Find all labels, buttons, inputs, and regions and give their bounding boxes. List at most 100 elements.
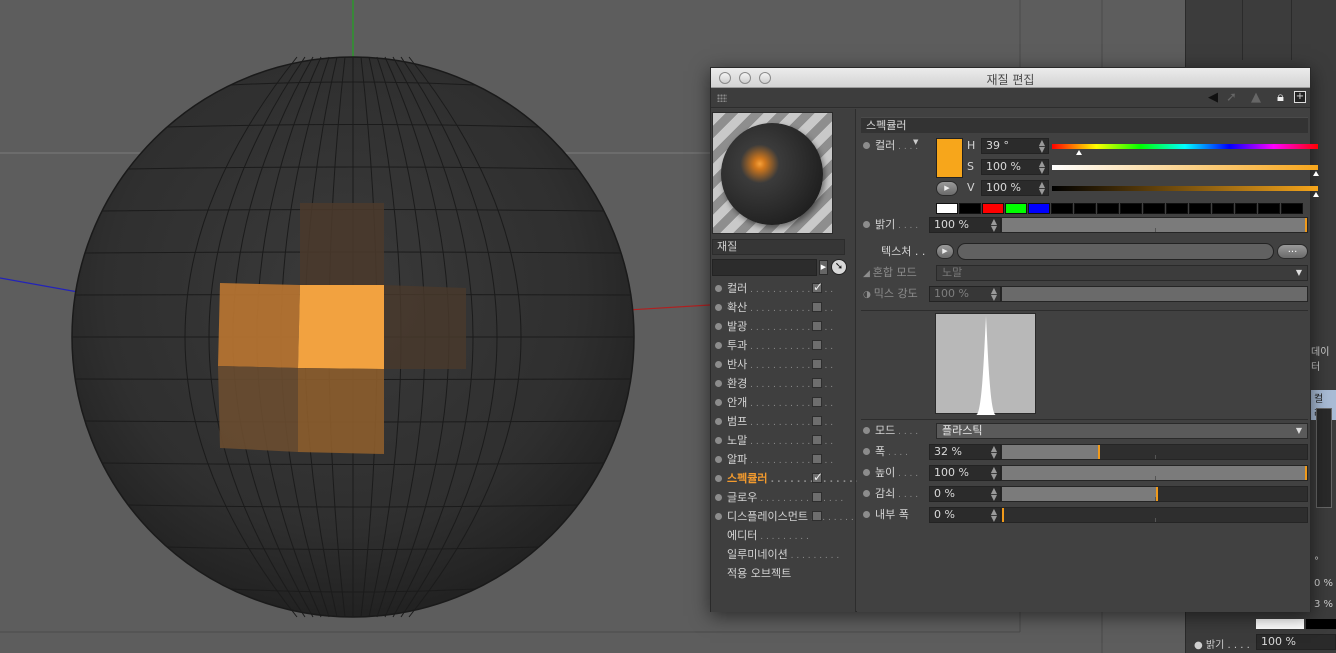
mode-dropdown[interactable]: 플라스틱 ▼ — [936, 423, 1308, 439]
brightness-slider[interactable] — [1001, 217, 1308, 233]
value-field[interactable]: 100 % ▲ ▼ — [981, 180, 1049, 196]
h-label: H — [967, 139, 976, 152]
height-slider[interactable] — [1001, 465, 1308, 481]
s-label: S — [967, 160, 974, 173]
mix-strength-label: ◑ 믹스 강도 — [863, 287, 918, 300]
preset-swatch[interactable] — [1212, 203, 1234, 214]
preset-swatch[interactable] — [1120, 203, 1142, 214]
value-gradient-slider[interactable] — [1052, 186, 1318, 191]
panel-brightness-label: ● 밝기 . . . . — [1194, 640, 1250, 651]
extra-item[interactable]: 에디터 — [715, 526, 850, 545]
channel-item[interactable]: 발광 — [715, 317, 850, 336]
extra-item[interactable]: 일루미네이션 — [715, 545, 850, 564]
hue-slider-marker[interactable] — [1076, 150, 1082, 155]
channel-checkbox[interactable] — [812, 511, 822, 521]
channel-checkbox[interactable] — [812, 416, 822, 426]
value-slider-marker[interactable] — [1313, 192, 1319, 197]
grip-icon[interactable] — [717, 94, 727, 102]
channel-checkbox[interactable] — [812, 359, 822, 369]
material-name-input[interactable] — [712, 259, 817, 276]
channel-checkbox[interactable] — [812, 397, 822, 407]
chevron-down-icon[interactable]: ▼ — [913, 138, 918, 146]
mix-strength-field[interactable]: 100 % ▲ ▼ — [929, 286, 1001, 302]
channel-checkbox[interactable] — [812, 492, 822, 502]
back-arrow-icon[interactable]: ◀ — [1208, 91, 1218, 105]
channel-item[interactable]: 디스플레이스먼트 — [715, 507, 850, 526]
falloff-field[interactable]: 0 % ▲ ▼ — [929, 486, 1001, 502]
channel-item[interactable]: 반사 — [715, 355, 850, 374]
preset-swatch[interactable] — [1189, 203, 1211, 214]
window-title: 재질 편집 — [986, 73, 1035, 87]
blend-mode-dropdown[interactable]: 노말 ▼ — [936, 265, 1308, 281]
hue-field[interactable]: 39 ° ▲ ▼ — [981, 138, 1049, 154]
saturation-slider-marker[interactable] — [1313, 171, 1319, 176]
panel-brightness-field[interactable]: 100 % — [1256, 634, 1336, 650]
texture-more-button[interactable]: ... — [1277, 244, 1308, 259]
width-slider[interactable] — [1001, 444, 1308, 460]
extra-item[interactable]: 적용 오브젝트 — [715, 564, 850, 583]
channel-checkbox[interactable] — [812, 454, 822, 464]
inner-width-field[interactable]: 0 % ▲ ▼ — [929, 507, 1001, 523]
preset-swatch[interactable] — [1166, 203, 1188, 214]
material-editor-window[interactable]: 재질 편집 ◀ ➚ ▲ 🔒︎ + 재질 ▶ ➘ 컬러✓확산발광투과반사환경안개범… — [710, 67, 1319, 612]
preset-swatch[interactable] — [936, 203, 958, 214]
channel-item[interactable]: 노말 — [715, 431, 850, 450]
material-preview[interactable] — [712, 112, 833, 234]
play-arrow-icon[interactable]: ▶ — [819, 260, 828, 275]
channel-checkbox[interactable]: ✓ — [812, 281, 823, 293]
preset-swatch[interactable] — [982, 203, 1004, 214]
height-field[interactable]: 100 % ▲ ▼ — [929, 465, 1001, 481]
preset-swatch[interactable] — [1028, 203, 1050, 214]
lock-icon[interactable]: 🔒︎ — [1277, 91, 1284, 105]
saturation-gradient-slider[interactable] — [1052, 165, 1318, 170]
new-window-icon[interactable]: + — [1294, 91, 1306, 103]
panel-tab-data[interactable]: 데이터 — [1311, 343, 1336, 373]
preset-swatch[interactable] — [1097, 203, 1119, 214]
channel-checkbox[interactable] — [812, 340, 822, 350]
channel-item[interactable]: 범프 — [715, 412, 850, 431]
texture-slot[interactable] — [957, 243, 1274, 260]
hue-gradient-slider[interactable] — [1052, 144, 1318, 149]
preset-swatch[interactable] — [1143, 203, 1165, 214]
inner-width-slider[interactable] — [1001, 507, 1308, 523]
preset-swatch[interactable] — [1281, 203, 1303, 214]
saturation-field[interactable]: 100 % ▲ ▼ — [981, 159, 1049, 175]
section-divider — [861, 419, 1308, 420]
channel-item[interactable]: 스펙큘러✓ — [715, 469, 850, 488]
channel-item[interactable]: 알파 — [715, 450, 850, 469]
channel-item[interactable]: 글로우 — [715, 488, 850, 507]
channel-checkbox[interactable] — [812, 378, 822, 388]
channel-item[interactable]: 확산 — [715, 298, 850, 317]
color-mode-button[interactable]: ▶ — [936, 181, 958, 196]
channel-checkbox[interactable] — [812, 321, 822, 331]
preset-swatch[interactable] — [1051, 203, 1073, 214]
panel-swatch-white[interactable] — [1256, 619, 1304, 629]
panel-swatch-black[interactable] — [1306, 619, 1336, 629]
channel-checkbox[interactable] — [812, 435, 822, 445]
color-swatch[interactable] — [936, 138, 963, 178]
channel-item[interactable]: 투과 — [715, 336, 850, 355]
mix-strength-slider[interactable] — [1001, 286, 1308, 302]
preset-swatch[interactable] — [959, 203, 981, 214]
channel-item[interactable]: 환경 — [715, 374, 850, 393]
brightness-label: 밝기 — [863, 217, 918, 234]
channel-item[interactable]: 안개 — [715, 393, 850, 412]
channel-item[interactable]: 컬러✓ — [715, 279, 850, 298]
panel-value-1: 0 % — [1314, 578, 1334, 589]
forward-arrow-icon[interactable]: ➚ — [1226, 91, 1237, 105]
title-bar[interactable]: 재질 편집 — [711, 68, 1310, 88]
preset-swatch[interactable] — [1235, 203, 1257, 214]
preset-swatch[interactable] — [1258, 203, 1280, 214]
channel-checkbox[interactable] — [812, 302, 822, 312]
preset-swatch[interactable] — [1005, 203, 1027, 214]
texture-arrow-button[interactable]: ▶ — [936, 244, 954, 259]
channel-checkbox[interactable]: ✓ — [812, 471, 823, 483]
falloff-slider[interactable] — [1001, 486, 1308, 502]
search-arrow-icon[interactable]: ▲ — [1251, 91, 1261, 105]
channel-dot — [715, 513, 722, 520]
preset-swatch[interactable] — [1074, 203, 1096, 214]
panel-divider — [1291, 0, 1292, 60]
picker-arrow-icon[interactable]: ➘ — [831, 259, 847, 275]
width-field[interactable]: 32 % ▲ ▼ — [929, 444, 1001, 460]
brightness-field[interactable]: 100 % ▲ ▼ — [929, 217, 1001, 233]
